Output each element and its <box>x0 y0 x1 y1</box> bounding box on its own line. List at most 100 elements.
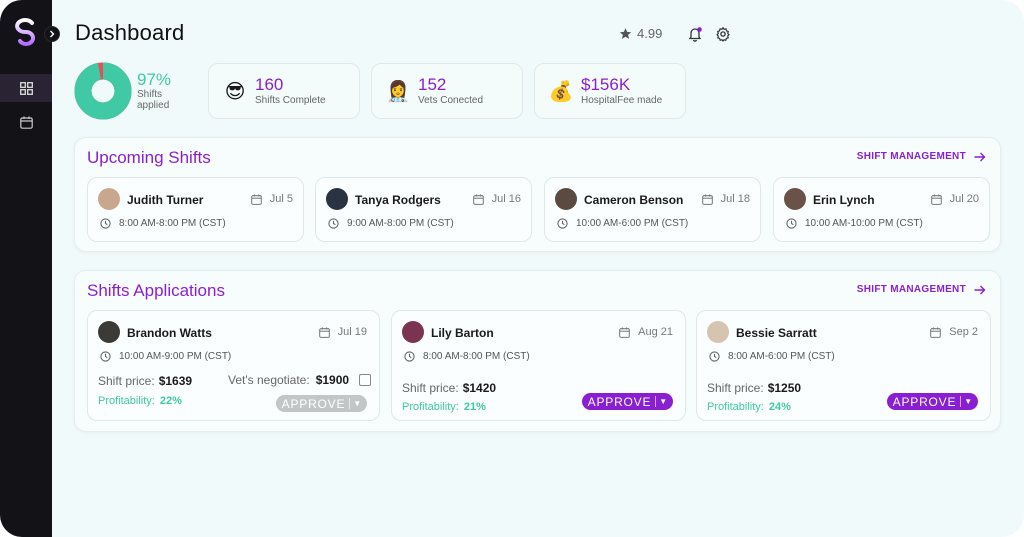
page-title: Dashboard <box>75 20 185 45</box>
stat-card-vets-connected: 👩‍⚕️ 152 Vets Conected <box>371 63 523 119</box>
approve-button[interactable]: APPROVE ▼ <box>581 393 673 410</box>
profitability-value: 22% <box>159 395 182 407</box>
shift-price-value: $1420 <box>462 381 497 395</box>
shift-time: 8:00 AM-8:00 PM (CST) <box>404 351 530 362</box>
profitability-label: Profitability: <box>402 401 459 413</box>
shifts-applied-donut <box>74 62 132 120</box>
upcoming-shift-card[interactable]: Tanya Rodgers Jul 16 9:00 AM-8:00 PM (CS… <box>315 177 532 242</box>
shift-date-text: Jul 18 <box>720 193 750 205</box>
person-name: Erin Lynch <box>813 193 875 207</box>
shift-price-label: Shift price: <box>707 381 764 395</box>
shift-date: Jul 16 <box>472 193 521 205</box>
avatar <box>555 188 577 210</box>
arrow-right-icon <box>974 285 986 294</box>
shift-price-label: Shift price: <box>98 374 155 388</box>
chevron-down-icon[interactable]: ▼ <box>350 399 367 408</box>
clock-icon <box>100 351 111 362</box>
shift-time-text: 10:00 AM-9:00 PM (CST) <box>119 351 232 362</box>
shift-time-text: 8:00 AM-8:00 PM (CST) <box>423 351 530 362</box>
shift-management-link-label: SHIFT MANAGEMENT <box>856 151 966 162</box>
gear-icon[interactable] <box>715 26 731 42</box>
sidebar-item-dashboard[interactable] <box>0 74 52 102</box>
calendar-icon <box>472 193 484 205</box>
shifts-applied-percent: 97% <box>137 70 172 89</box>
logo-icon[interactable] <box>14 18 38 46</box>
clock-icon <box>404 351 415 362</box>
chevron-down-icon[interactable]: ▼ <box>656 397 673 406</box>
shifts-applied-stat: 97% Shifts applied <box>137 70 177 112</box>
person-name: Judith Turner <box>127 193 204 207</box>
shift-date: Sep 2 <box>930 326 978 338</box>
shift-date-text: Sep 2 <box>949 326 978 338</box>
upcoming-shift-card[interactable]: Cameron Benson Jul 18 10:00 AM-6:00 PM (… <box>544 177 761 242</box>
profitability: Profitability: 21% <box>402 401 486 413</box>
shift-time: 10:00 AM-9:00 PM (CST) <box>100 351 231 362</box>
application-card[interactable]: Lily Barton Aug 21 8:00 AM-8:00 PM (CST)… <box>391 310 686 421</box>
shift-applications-panel: Shifts Applications SHIFT MANAGEMENT Bra… <box>74 270 1001 432</box>
sidebar-collapse-button[interactable] <box>44 26 60 42</box>
rating-value: 4.99 <box>637 26 663 41</box>
shift-price: Shift price: $1639 <box>98 374 192 388</box>
shift-time: 9:00 AM-8:00 PM (CST) <box>328 218 454 229</box>
profitability-label: Profitability: <box>98 395 155 407</box>
arrow-right-icon <box>974 152 986 161</box>
app-frame: Dashboard 4.99 97% Shifts applied 😎 160 … <box>0 0 1024 537</box>
calendar-icon <box>19 116 33 129</box>
rating: 4.99 <box>619 26 662 41</box>
application-card[interactable]: Bessie Sarratt Sep 2 8:00 AM-6:00 PM (CS… <box>696 310 991 421</box>
avatar <box>402 321 424 343</box>
shift-management-link[interactable]: SHIFT MANAGEMENT <box>857 151 986 162</box>
stat-value: $156K <box>581 75 631 94</box>
shift-time-text: 9:00 AM-8:00 PM (CST) <box>347 218 454 229</box>
shift-time: 8:00 AM-8:00 PM (CST) <box>100 218 226 229</box>
shift-time-text: 10:00 AM-10:00 PM (CST) <box>805 218 923 229</box>
approve-button[interactable]: APPROVE ▼ <box>275 395 367 412</box>
shift-price-label: Shift price: <box>402 381 459 395</box>
profitability: Profitability: 24% <box>707 401 791 413</box>
shift-time-text: 8:00 AM-8:00 PM (CST) <box>119 218 226 229</box>
vet-negotiate-value: $1900 <box>315 373 350 387</box>
shift-price-value: $1639 <box>158 374 193 388</box>
shift-date-text: Jul 20 <box>949 193 979 205</box>
shift-date: Jul 5 <box>250 193 293 205</box>
clock-icon <box>328 218 339 229</box>
shift-date-text: Aug 21 <box>638 326 673 338</box>
avatar <box>784 188 806 210</box>
calendar-icon <box>250 193 262 205</box>
vet-negotiate: Vet's negotiate: $1900 <box>228 373 372 387</box>
calendar-icon <box>619 326 630 338</box>
shift-price-value: $1250 <box>767 381 802 395</box>
upcoming-shift-card[interactable]: Erin Lynch Jul 20 10:00 AM-10:00 PM (CST… <box>773 177 990 242</box>
sidebar <box>0 0 52 537</box>
shift-date: Jul 20 <box>930 193 979 205</box>
shift-management-link[interactable]: SHIFT MANAGEMENT <box>857 284 986 295</box>
sidebar-item-calendar[interactable] <box>0 108 52 136</box>
stat-card-hospital-fee: 💰 $156K HospitalFee made <box>534 63 686 119</box>
stat-value: 160 <box>255 75 284 94</box>
calendar-icon <box>930 326 942 338</box>
stat-value: 152 <box>418 75 447 94</box>
health-worker-emoji-icon: 👩‍⚕️ <box>385 80 411 103</box>
calendar-icon <box>701 193 713 205</box>
negotiate-checkbox[interactable] <box>359 374 372 386</box>
clock-icon <box>100 218 111 229</box>
shift-date: Jul 18 <box>701 193 750 205</box>
shift-date-text: Jul 16 <box>491 193 521 205</box>
money-bag-emoji-icon: 💰 <box>548 80 574 103</box>
shift-date-text: Jul 5 <box>269 193 293 205</box>
bell-icon[interactable] <box>687 26 703 42</box>
stat-card-shifts-complete: 😎 160 Shifts Complete <box>208 63 360 119</box>
avatar <box>707 321 729 343</box>
shifts-applied-label: Shifts applied <box>137 89 170 111</box>
shift-price: Shift price: $1420 <box>402 381 496 395</box>
approve-button[interactable]: APPROVE ▼ <box>886 393 978 410</box>
shift-applications-title: Shifts Applications <box>87 281 225 300</box>
application-card[interactable]: Brandon Watts Jul 19 10:00 AM-9:00 PM (C… <box>87 310 380 421</box>
grid-icon <box>19 81 33 95</box>
chevron-down-icon[interactable]: ▼ <box>961 397 978 406</box>
vet-negotiate-label: Vet's negotiate: <box>228 373 310 387</box>
upcoming-shift-card[interactable]: Judith Turner Jul 5 8:00 AM-8:00 PM (CST… <box>87 177 304 242</box>
person-name: Cameron Benson <box>584 193 684 207</box>
profitability-value: 21% <box>463 401 486 413</box>
clock-icon <box>557 218 568 229</box>
